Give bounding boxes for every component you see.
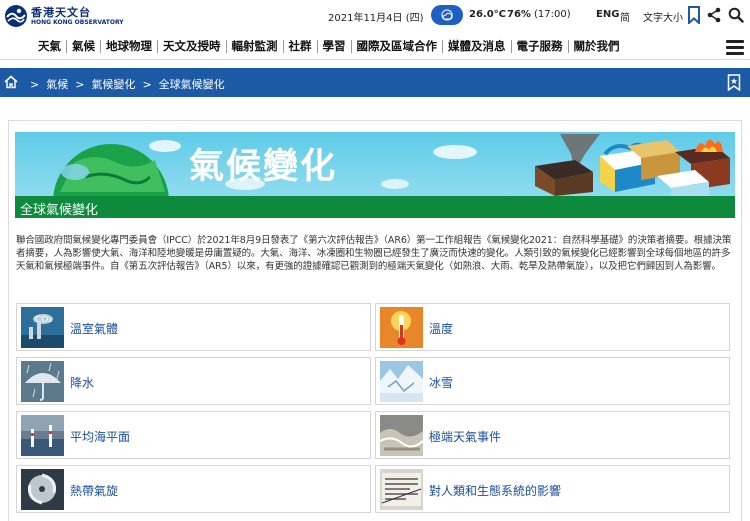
tile-ice-snow[interactable]: 冰雪 <box>375 357 730 405</box>
tile-precipitation[interactable]: 降水 <box>16 357 371 405</box>
logo-chinese-text: 香港天文台 <box>31 5 91 19</box>
breadcrumb-bar: > 氣候 > 氣候變化 > 全球氣候變化 <box>0 68 750 97</box>
breadcrumb-separator: > <box>142 77 152 91</box>
bookmark-star-icon[interactable] <box>727 74 741 91</box>
current-date: 2021年11月4日 (四) <box>328 13 424 24</box>
intro-paragraph: 聯合國政府間氣候變化專門委員會（IPCC）於2021年8月9日發表了《第六次評估… <box>16 235 732 272</box>
tile-tropical-cyclone[interactable]: 熱帶氣旋 <box>16 465 371 513</box>
breadcrumb-separator: > <box>30 77 40 91</box>
tile-extreme-weather[interactable]: 極端天氣事件 <box>375 411 730 459</box>
nav-learning[interactable]: 學習 <box>316 39 351 53</box>
temperature-reading: 26.0°C <box>469 9 507 20</box>
tile-greenhouse-gases[interactable]: CO₂ 溫室氣體 <box>16 303 371 351</box>
banner-title: 氣候變化 <box>189 147 338 187</box>
tropical-cyclone-thumb-icon <box>21 469 64 510</box>
weather-icon-button[interactable] <box>431 5 463 25</box>
humidity-reading: 76% <box>507 9 531 20</box>
breadcrumb: > 氣候 > 氣候變化 > 全球氣候變化 <box>23 76 225 92</box>
lang-english-link[interactable]: ENG <box>596 9 619 20</box>
home-icon[interactable] <box>4 75 18 89</box>
climate-change-banner: 氣候變化 <box>15 132 735 196</box>
temperature-thumb-icon <box>380 307 423 348</box>
tile-label: 對人類和生態系統的影響 <box>429 484 562 498</box>
hko-logo[interactable]: 香港天文台 HONG KONG OBSERVATORY <box>4 4 124 28</box>
banner-illustration <box>53 134 730 196</box>
tile-impacts-humans-ecosystems[interactable]: 對人類和生態系統的影響 <box>375 465 730 513</box>
nav-astronomy-time[interactable]: 天文及授時 <box>157 39 226 53</box>
main-navigation: 天氣 氣候 地球物理 天文及授時 輻射監測 社群 學習 國際及區域合作 媒體及消… <box>0 32 750 60</box>
nav-weather[interactable]: 天氣 <box>33 39 66 53</box>
extreme-weather-thumb-icon <box>380 415 423 456</box>
ice-snow-thumb-icon <box>380 361 423 402</box>
tile-label: 溫度 <box>429 322 454 336</box>
tile-label: 極端天氣事件 <box>429 430 502 444</box>
tile-label: 溫室氣體 <box>70 322 119 336</box>
logo-english-text: HONG KONG OBSERVATORY <box>31 18 124 26</box>
svg-text:CO₂: CO₂ <box>35 315 52 325</box>
lang-simplified-link[interactable]: 简 <box>620 9 630 24</box>
nav-e-services[interactable]: 電子服務 <box>510 39 568 53</box>
tile-label: 平均海平面 <box>70 430 131 444</box>
tile-label: 冰雪 <box>429 376 454 390</box>
nav-geophysics[interactable]: 地球物理 <box>100 39 157 53</box>
tile-label: 降水 <box>70 376 95 390</box>
breadcrumb-separator: > <box>75 77 85 91</box>
share-icon[interactable] <box>707 7 721 23</box>
breadcrumb-climate-change[interactable]: 氣候變化 <box>91 76 135 92</box>
impact-thumb-icon <box>380 469 423 510</box>
font-size-link[interactable]: 文字大小 <box>643 9 683 24</box>
precipitation-thumb-icon <box>21 361 64 402</box>
nav-community[interactable]: 社群 <box>282 39 317 53</box>
search-icon[interactable] <box>728 7 744 23</box>
nav-climate[interactable]: 氣候 <box>66 39 100 53</box>
weather-time: (17:00) <box>534 9 571 20</box>
nav-about-us[interactable]: 關於我們 <box>567 39 625 53</box>
bookmark-icon[interactable] <box>687 6 701 24</box>
menu-icon[interactable] <box>726 40 744 55</box>
sea-level-thumb-icon <box>21 415 64 456</box>
section-title: 全球氣候變化 <box>20 203 99 218</box>
breadcrumb-global-climate-change: 全球氣候變化 <box>158 78 225 91</box>
breadcrumb-climate[interactable]: 氣候 <box>46 76 68 92</box>
top-bar: 香港天文台 HONG KONG OBSERVATORY 2021年11月4日 (… <box>0 0 750 32</box>
nav-international[interactable]: 國際及區域合作 <box>350 39 443 53</box>
nav-list: 天氣 氣候 地球物理 天文及授時 輻射監測 社群 學習 國際及區域合作 媒體及消… <box>33 32 625 60</box>
section-title-bar: 全球氣候變化 <box>15 196 735 218</box>
tile-temperature[interactable]: 溫度 <box>375 303 730 351</box>
nav-radiation[interactable]: 輻射監測 <box>225 39 283 53</box>
cloud-icon <box>441 9 453 21</box>
tile-label: 熱帶氣旋 <box>70 484 119 498</box>
tile-mean-sea-level[interactable]: 平均海平面 <box>16 411 371 459</box>
hko-logo-icon <box>5 5 27 27</box>
greenhouse-gas-thumb-icon: CO₂ <box>21 307 64 348</box>
nav-media[interactable]: 媒體及消息 <box>442 39 511 53</box>
